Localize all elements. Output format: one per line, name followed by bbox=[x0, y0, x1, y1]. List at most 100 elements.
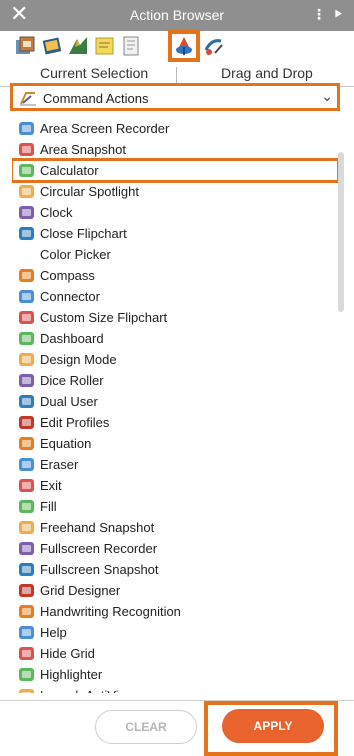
list-item[interactable]: Area Screen Recorder bbox=[12, 118, 338, 139]
fill-icon bbox=[18, 498, 35, 515]
list-item-label: Connector bbox=[40, 289, 100, 304]
list-item[interactable]: Equation bbox=[12, 433, 338, 454]
list-item-label: Area Snapshot bbox=[40, 142, 127, 157]
compass-icon bbox=[18, 267, 35, 284]
list-item-label: Eraser bbox=[40, 457, 79, 472]
list-item-label: Clock bbox=[40, 205, 73, 220]
clear-button[interactable]: CLEAR bbox=[95, 710, 197, 744]
pages-icon[interactable] bbox=[41, 35, 63, 57]
freehand-snapshot-icon bbox=[18, 519, 35, 536]
dual-user-icon bbox=[18, 393, 35, 410]
actions-icon[interactable] bbox=[168, 30, 200, 62]
resource-icon[interactable] bbox=[14, 35, 36, 57]
edit-profiles-icon bbox=[18, 414, 35, 431]
pin-icon[interactable]: ⯈ bbox=[333, 6, 344, 23]
list-item-label: Fill bbox=[40, 499, 57, 514]
area-screen-recorder-icon bbox=[18, 120, 35, 137]
list-item-label: Hide Grid bbox=[40, 646, 95, 661]
list-item-label: Dual User bbox=[40, 394, 98, 409]
list-item[interactable]: Fullscreen Snapshot bbox=[12, 559, 338, 580]
list-item-label: Color Picker bbox=[40, 247, 111, 262]
category-dropdown[interactable]: Command Actions ⌄ bbox=[10, 83, 340, 111]
hide-grid-icon bbox=[18, 645, 35, 662]
list-item-label: Circular Spotlight bbox=[40, 184, 139, 199]
list-item-label: Highlighter bbox=[40, 667, 103, 682]
list-item-label: Design Mode bbox=[40, 352, 117, 367]
list-item-label: Launch ActiView bbox=[40, 688, 135, 693]
tab-current-selection[interactable]: Current Selection bbox=[40, 65, 148, 81]
list-item[interactable]: Color Picker bbox=[12, 244, 338, 265]
list-item-label: Grid Designer bbox=[40, 583, 121, 598]
footer: CLEAR APPLY bbox=[0, 700, 354, 756]
list-item-label: Custom Size Flipchart bbox=[40, 310, 168, 325]
list-item[interactable]: Dual User bbox=[12, 391, 338, 412]
tab-drag-and-drop[interactable]: Drag and Drop bbox=[221, 65, 313, 81]
list-item[interactable]: Compass bbox=[12, 265, 338, 286]
list-item[interactable]: Fill bbox=[12, 496, 338, 517]
design-mode-icon bbox=[18, 351, 35, 368]
calculator-icon bbox=[18, 162, 35, 179]
annotations-icon[interactable] bbox=[67, 35, 89, 57]
grid-designer-icon bbox=[18, 582, 35, 599]
list-item-label: Exit bbox=[40, 478, 62, 493]
list-item-label: Edit Profiles bbox=[40, 415, 110, 430]
area-snapshot-icon bbox=[18, 141, 35, 158]
list-item[interactable]: Help bbox=[12, 622, 338, 643]
list-item-label: Fullscreen Recorder bbox=[40, 541, 158, 556]
command-actions-icon bbox=[19, 90, 37, 106]
category-label: Command Actions bbox=[43, 91, 149, 106]
list-item[interactable]: Eraser bbox=[12, 454, 338, 475]
title-bar: ✕ Action Browser ⋮ ⯈ bbox=[0, 0, 354, 31]
apply-button[interactable]: APPLY bbox=[222, 709, 324, 743]
circular-spotlight-icon bbox=[18, 183, 35, 200]
flipchart-icon[interactable] bbox=[120, 35, 142, 57]
list-item[interactable]: Launch ActiView bbox=[12, 685, 338, 693]
chevron-down-icon: ⌄ bbox=[321, 89, 333, 105]
menu-icon[interactable]: ⋮ bbox=[312, 6, 326, 23]
property-icon[interactable] bbox=[203, 35, 225, 57]
list-item[interactable]: Design Mode bbox=[12, 349, 338, 370]
launch-actiview-icon bbox=[18, 687, 35, 693]
list-item-label: Dashboard bbox=[40, 331, 104, 346]
clock-icon bbox=[18, 204, 35, 221]
action-list: Area Screen Recorder Area Snapshot Calcula… bbox=[12, 118, 338, 693]
connector-icon bbox=[18, 288, 35, 305]
exit-icon bbox=[18, 477, 35, 494]
list-scrollbar[interactable] bbox=[338, 152, 344, 312]
list-item[interactable]: Calculator bbox=[12, 158, 338, 183]
dashboard-icon bbox=[18, 330, 35, 347]
list-item[interactable]: Hide Grid bbox=[12, 643, 338, 664]
list-item-label: Dice Roller bbox=[40, 373, 104, 388]
list-item-label: Handwriting Recognition bbox=[40, 604, 181, 619]
list-item[interactable]: Custom Size Flipchart bbox=[12, 307, 338, 328]
list-item[interactable]: Handwriting Recognition bbox=[12, 601, 338, 622]
list-item[interactable]: Connector bbox=[12, 286, 338, 307]
browser-tabs bbox=[0, 30, 354, 65]
window-title: Action Browser bbox=[129, 7, 225, 23]
list-item[interactable]: Highlighter bbox=[12, 664, 338, 685]
list-item[interactable]: Freehand Snapshot bbox=[12, 517, 338, 538]
list-item[interactable]: Clock bbox=[12, 202, 338, 223]
close-flipchart-icon bbox=[18, 225, 35, 242]
list-item[interactable]: Close Flipchart bbox=[12, 223, 338, 244]
custom-size-flipchart-icon bbox=[18, 309, 35, 326]
fullscreen-recorder-icon bbox=[18, 540, 35, 557]
list-item[interactable]: Exit bbox=[12, 475, 338, 496]
list-item[interactable]: Circular Spotlight bbox=[12, 181, 338, 202]
equation-icon bbox=[18, 435, 35, 452]
notes-icon[interactable] bbox=[94, 35, 116, 57]
list-item-label: Fullscreen Snapshot bbox=[40, 562, 159, 577]
list-item[interactable]: Fullscreen Recorder bbox=[12, 538, 338, 559]
list-item[interactable]: Dashboard bbox=[12, 328, 338, 349]
action-browser-panel: ✕ Action Browser ⋮ ⯈ Current Selection D… bbox=[0, 0, 354, 756]
list-item[interactable]: Grid Designer bbox=[12, 580, 338, 601]
list-item-label: Close Flipchart bbox=[40, 226, 127, 241]
list-item-label: Compass bbox=[40, 268, 95, 283]
list-item[interactable]: Dice Roller bbox=[12, 370, 338, 391]
help-icon bbox=[18, 624, 35, 641]
handwriting-recognition-icon bbox=[18, 603, 35, 620]
list-item[interactable]: Area Snapshot bbox=[12, 139, 338, 160]
highlighter-icon bbox=[18, 666, 35, 683]
list-item-label: Equation bbox=[40, 436, 92, 451]
list-item[interactable]: Edit Profiles bbox=[12, 412, 338, 433]
